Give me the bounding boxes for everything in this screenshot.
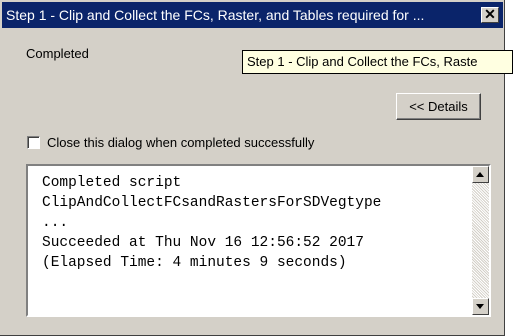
title-tooltip: Step 1 - Clip and Collect the FCs, Raste	[242, 50, 513, 74]
log-line: ClipAndCollectFCsandRastersForSDVegtype	[42, 195, 382, 211]
status-text: Completed	[26, 46, 89, 61]
title-bar[interactable]: Step 1 - Clip and Collect the FCs, Raste…	[2, 2, 503, 28]
window-title: Step 1 - Clip and Collect the FCs, Raste…	[6, 7, 425, 23]
arrow-down-icon	[476, 304, 484, 309]
log-line: Completed script	[42, 175, 182, 191]
log-line: ...	[42, 215, 69, 231]
close-on-complete-label[interactable]: Close this dialog when completed success…	[47, 135, 314, 150]
log-line: (Elapsed Time: 4 minutes 9 seconds)	[42, 255, 347, 271]
close-button[interactable]: ✕	[481, 6, 499, 23]
arrow-up-icon	[476, 172, 484, 177]
scroll-up-button[interactable]	[472, 166, 489, 183]
log-textbox[interactable]: Completed script ClipAndCollectFCsandRas…	[26, 164, 491, 317]
log-line: Succeeded at Thu Nov 16 12:56:52 2017	[42, 235, 364, 251]
log-scrollbar[interactable]	[472, 166, 489, 315]
close-icon: ✕	[484, 6, 496, 22]
scroll-down-button[interactable]	[472, 298, 489, 315]
log-content: Completed script ClipAndCollectFCsandRas…	[42, 173, 381, 273]
close-on-complete-checkbox[interactable]	[27, 136, 40, 149]
details-button[interactable]: << Details	[396, 93, 481, 120]
